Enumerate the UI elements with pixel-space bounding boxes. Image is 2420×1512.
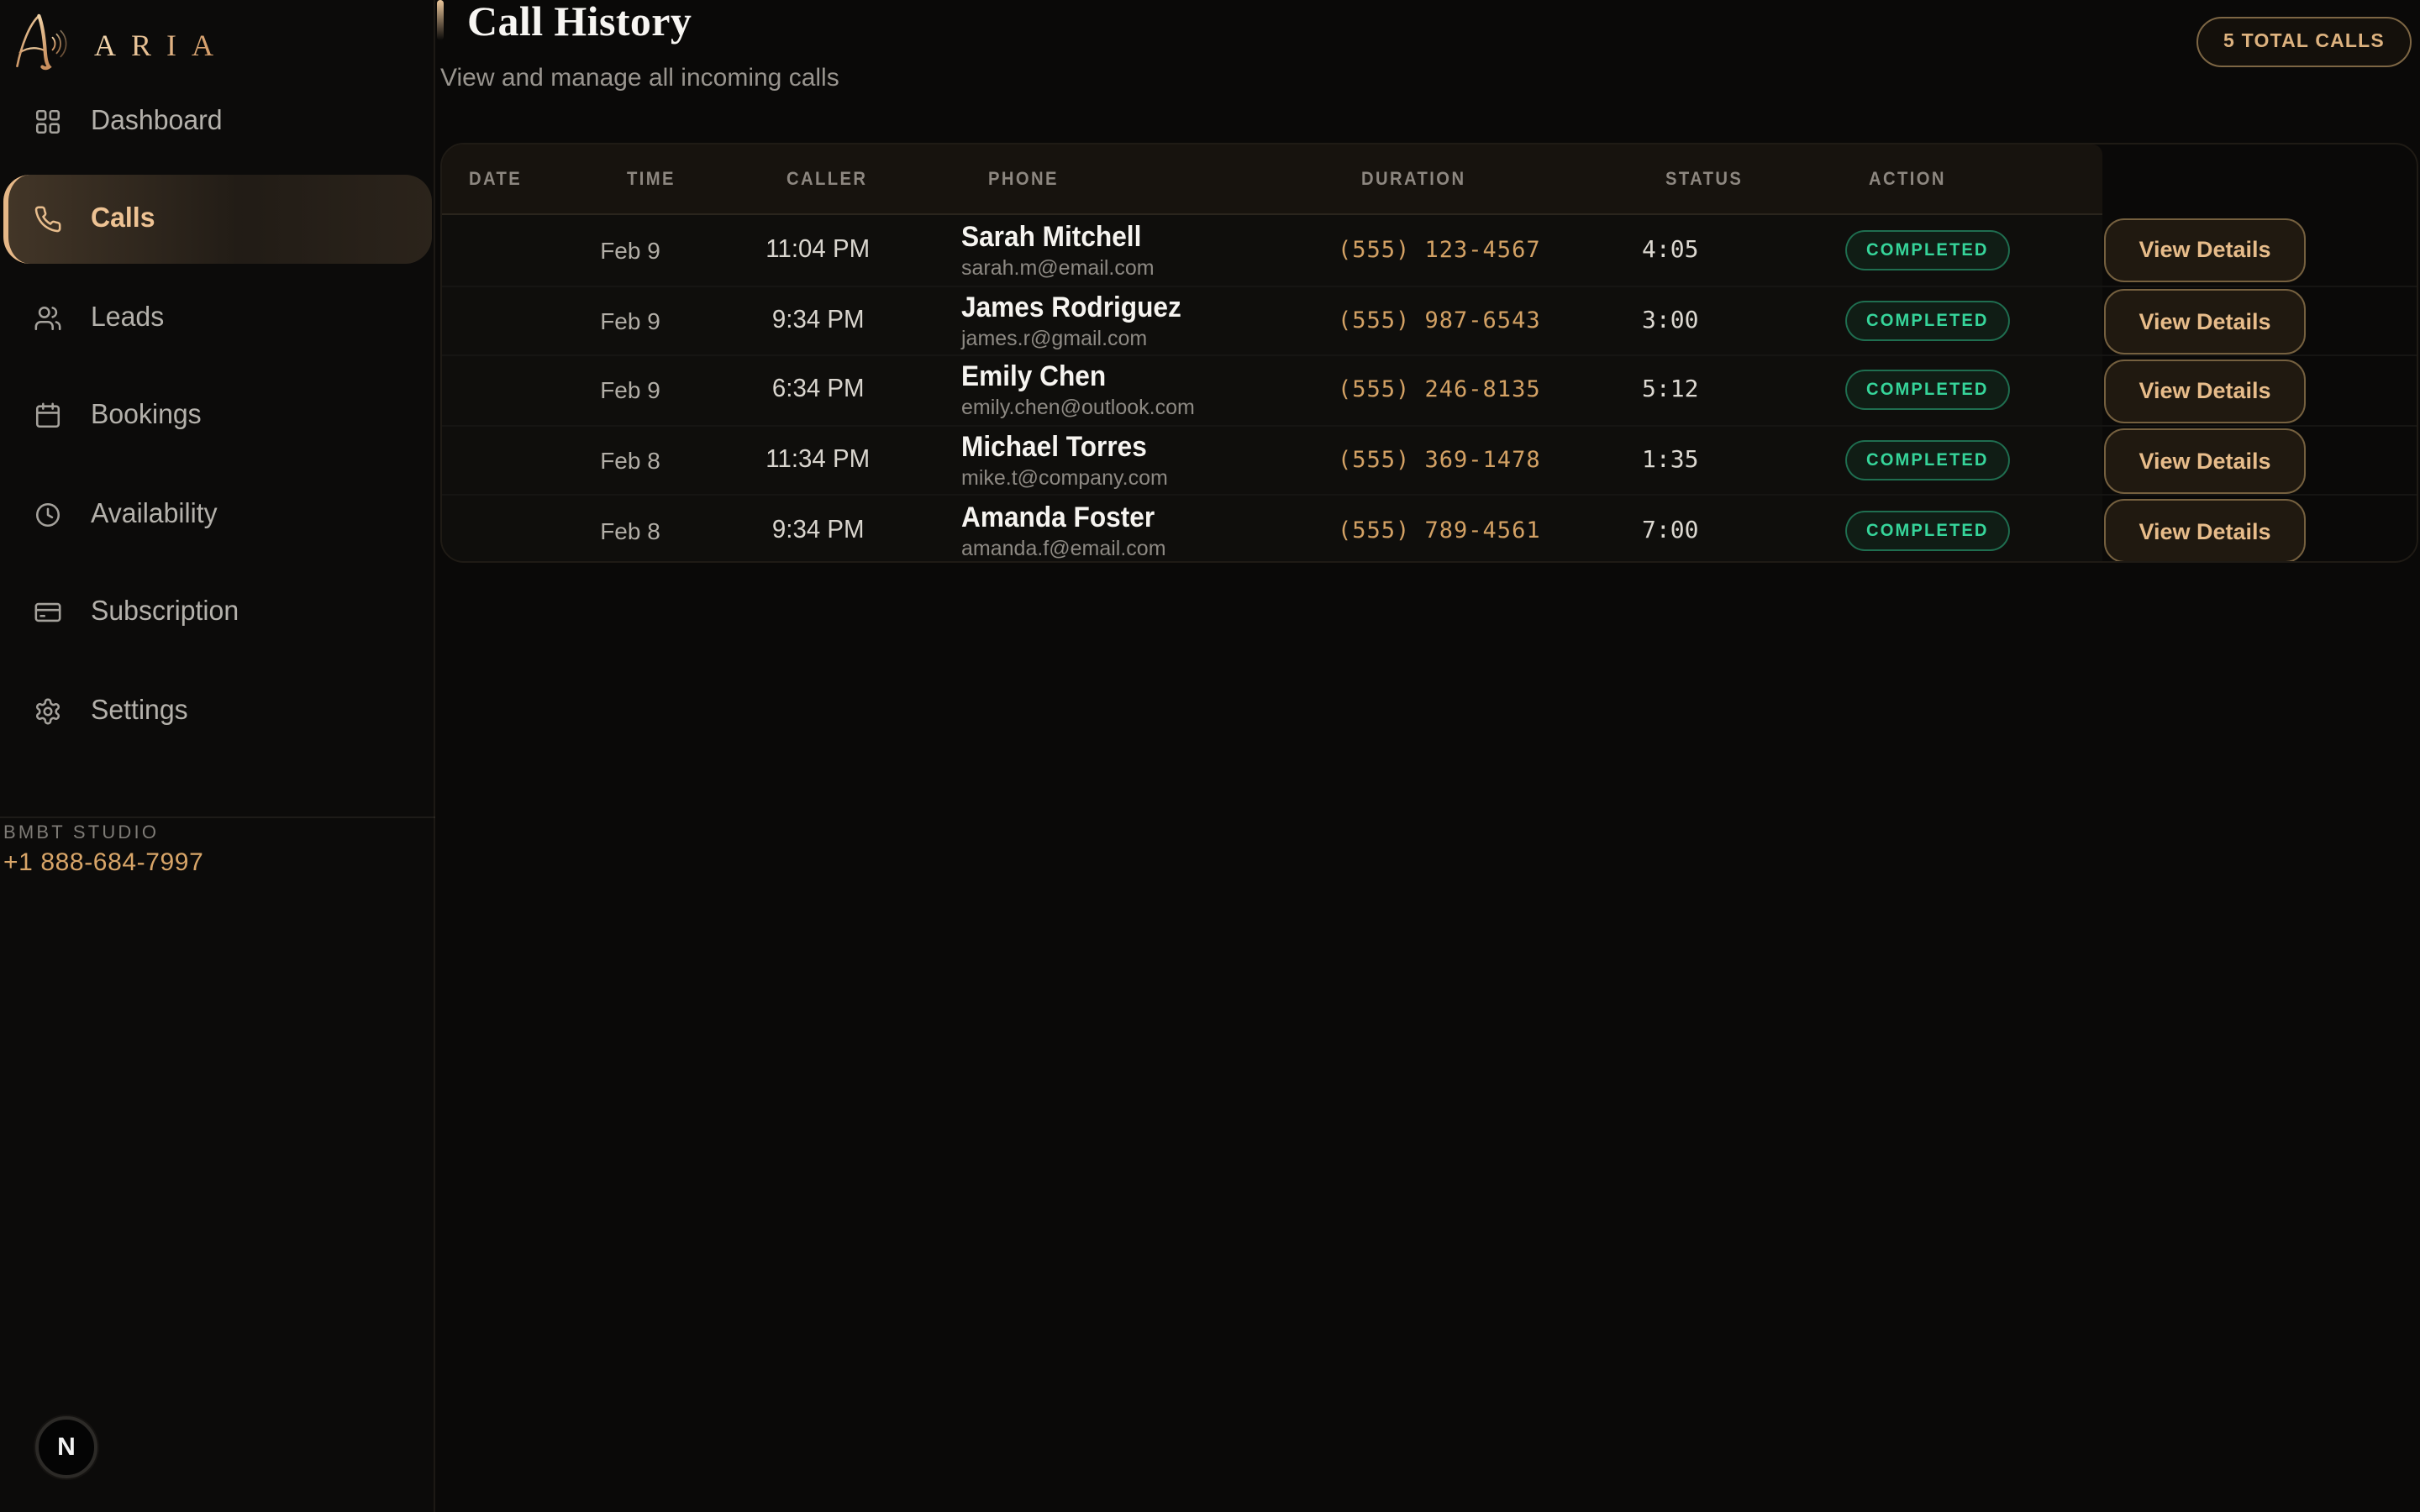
caller-email: james.r@gmail.com	[961, 327, 1331, 350]
caller-name: James Rodriguez	[961, 291, 1305, 323]
column-header-caller: CALLER	[786, 144, 867, 215]
sidebar: ARIA Dashboard Calls Leads Bookings Avai…	[0, 0, 435, 1512]
cell-duration: 5:12	[1642, 377, 1793, 404]
view-details-button[interactable]: View Details	[2104, 429, 2306, 494]
cell-date: Feb 8	[546, 517, 714, 543]
table-row: Feb 9 9:34 PM James Rodriguez james.r@gm…	[442, 285, 2418, 354]
sidebar-item-leads[interactable]: Leads	[3, 273, 432, 362]
table-body: Feb 9 11:04 PM Sarah Mitchell sarah.m@em…	[442, 215, 2418, 563]
title-accent-bar	[437, 0, 444, 40]
brand: ARIA	[12, 7, 229, 74]
column-header-action: ACTION	[1869, 144, 1946, 215]
sidebar-item-calls[interactable]: Calls	[3, 175, 432, 264]
view-details-button[interactable]: View Details	[2104, 289, 2306, 354]
gear-icon	[34, 696, 62, 725]
cell-phone: (555) 123-4567	[1338, 237, 1640, 264]
cell-duration: 7:00	[1642, 517, 1793, 543]
cell-duration: 4:05	[1642, 237, 1793, 264]
caller-name: Sarah Mitchell	[961, 221, 1305, 253]
sidebar-item-bookings[interactable]: Bookings	[3, 371, 432, 460]
credit-card-icon	[34, 598, 62, 627]
cell-caller: Sarah Mitchell sarah.m@email.com	[961, 221, 1331, 280]
view-details-button[interactable]: View Details	[2104, 359, 2306, 423]
caller-email: mike.t@company.com	[961, 466, 1331, 490]
sidebar-item-dashboard[interactable]: Dashboard	[3, 76, 432, 165]
cell-duration: 1:35	[1642, 447, 1793, 474]
cell-duration: 3:00	[1642, 307, 1793, 334]
cell-caller: Emily Chen emily.chen@outlook.com	[961, 361, 1331, 420]
cell-time: 11:34 PM	[718, 445, 919, 475]
cell-time: 6:34 PM	[718, 375, 919, 406]
table-header-row: DATE TIME CALLER PHONE DURATION STATUS ACTION	[442, 144, 2102, 215]
caller-name: Emily Chen	[961, 361, 1305, 393]
calendar-icon	[34, 402, 62, 430]
cell-status: COMPLETED	[1827, 440, 2028, 480]
table-row: Feb 8 9:34 PM Amanda Foster amanda.f@ema…	[442, 495, 2418, 563]
caller-email: emily.chen@outlook.com	[961, 396, 1331, 420]
cell-status: COMPLETED	[1827, 301, 2028, 341]
avatar[interactable]: N	[35, 1416, 97, 1478]
caller-email: amanda.f@email.com	[961, 536, 1331, 559]
status-badge: COMPLETED	[1845, 440, 2010, 480]
cell-caller: Michael Torres mike.t@company.com	[961, 431, 1331, 490]
sidebar-divider	[0, 816, 435, 818]
users-icon	[34, 303, 62, 332]
cell-status: COMPLETED	[1827, 510, 2028, 550]
cell-date: Feb 9	[546, 237, 714, 264]
page-subtitle: View and manage all incoming calls	[440, 64, 839, 92]
view-details-button[interactable]: View Details	[2104, 218, 2306, 282]
status-badge: COMPLETED	[1845, 230, 2010, 270]
studio-phone: +1 888-684-7997	[3, 848, 203, 877]
cell-date: Feb 9	[546, 307, 714, 334]
brand-name: ARIA	[94, 18, 229, 63]
cell-caller: James Rodriguez james.r@gmail.com	[961, 291, 1331, 350]
studio-name: BMBT STUDIO	[3, 823, 159, 843]
column-header-duration: DURATION	[1361, 144, 1465, 215]
table-row: Feb 9 11:04 PM Sarah Mitchell sarah.m@em…	[442, 215, 2418, 285]
caller-name: Amanda Foster	[961, 501, 1305, 533]
cell-time: 11:04 PM	[718, 235, 919, 265]
caller-name: Michael Torres	[961, 431, 1305, 463]
table-row: Feb 9 6:34 PM Emily Chen emily.chen@outl…	[442, 354, 2418, 424]
app-window: ARIA Dashboard Calls Leads Bookings Avai…	[0, 0, 2420, 1512]
cell-date: Feb 9	[546, 377, 714, 404]
column-header-time: TIME	[627, 144, 676, 215]
cell-phone: (555) 369-1478	[1338, 447, 1640, 474]
cell-time: 9:34 PM	[718, 306, 919, 336]
cell-time: 9:34 PM	[718, 515, 919, 545]
cell-caller: Amanda Foster amanda.f@email.com	[961, 501, 1331, 559]
table-row: Feb 8 11:34 PM Michael Torres mike.t@com…	[442, 425, 2418, 495]
caller-email: sarah.m@email.com	[961, 256, 1331, 280]
column-header-status: STATUS	[1665, 144, 1743, 215]
sidebar-item-subscription[interactable]: Subscription	[3, 568, 432, 657]
aria-logo-icon	[12, 7, 69, 74]
grid-icon	[34, 107, 62, 135]
cell-phone: (555) 789-4561	[1338, 517, 1640, 543]
cell-phone: (555) 246-8135	[1338, 377, 1640, 404]
phone-icon	[34, 205, 62, 234]
clock-icon	[34, 500, 62, 528]
cell-status: COMPLETED	[1827, 230, 2028, 270]
status-badge: COMPLETED	[1845, 370, 2010, 411]
sidebar-nav: Dashboard Calls Leads Bookings Availabil…	[0, 67, 435, 764]
page-title: Call History	[467, 0, 692, 49]
total-calls-badge: 5 TOTAL CALLS	[2196, 17, 2412, 67]
cell-status: COMPLETED	[1827, 370, 2028, 411]
status-badge: COMPLETED	[1845, 510, 2010, 550]
main-content: Call History View and manage all incomin…	[437, 0, 2420, 1512]
sidebar-item-availability[interactable]: Availability	[3, 470, 432, 559]
view-details-button[interactable]: View Details	[2104, 499, 2306, 563]
status-badge: COMPLETED	[1845, 301, 2010, 341]
cell-date: Feb 8	[546, 447, 714, 474]
column-header-phone: PHONE	[988, 144, 1059, 215]
column-header-date: DATE	[469, 144, 522, 215]
call-history-table: DATETIMECALLERPHONEDURATIONSTATUSACTION …	[440, 143, 2418, 563]
sidebar-item-settings[interactable]: Settings	[3, 666, 432, 755]
cell-phone: (555) 987-6543	[1338, 307, 1640, 334]
